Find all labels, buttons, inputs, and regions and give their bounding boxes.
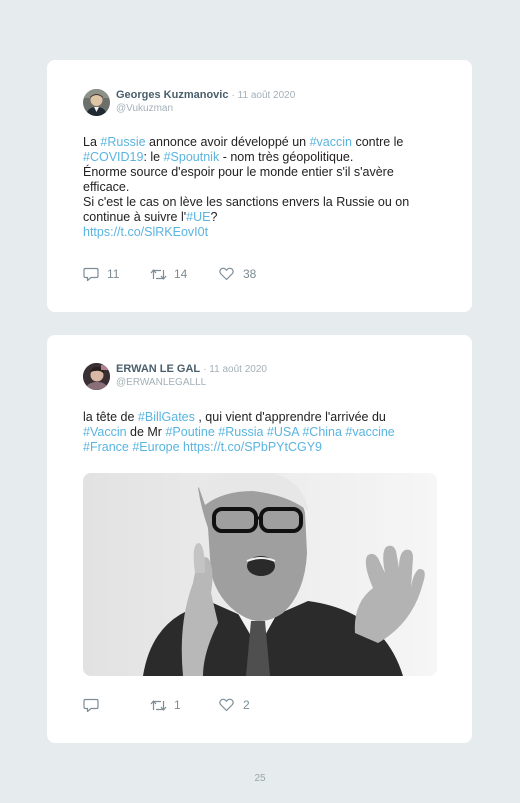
hashtag-link[interactable]: #UE (186, 210, 210, 224)
tweet-header: ERWAN LE GAL · 11 août 2020 @ERWANLEGALL… (83, 362, 452, 394)
hashtag-link[interactable]: #vaccin (310, 135, 352, 149)
tweet-text-line: Énorme source d'espoir pour le monde ent… (83, 165, 442, 180)
tweet-text: la tête de #BillGates , qui vient d'appr… (83, 410, 442, 455)
heart-icon (219, 698, 234, 712)
tweet-text-segment: La (83, 135, 101, 149)
avatar[interactable] (83, 363, 110, 390)
tweet-text-segment: continue à suivre l' (83, 210, 187, 224)
tweet-text-segment: efficace. (83, 180, 130, 194)
avatar[interactable] (83, 89, 110, 116)
tweet-text-segment: Si c'est le cas on lève les sanctions en… (83, 195, 410, 209)
author-handle[interactable]: @Vukuzman (116, 102, 173, 115)
tweet-text-line: https://t.co/SlRKEovI0t (83, 225, 442, 240)
tweet-card-1: Georges Kuzmanovic · 11 août 2020 @Vukuz… (47, 60, 472, 312)
tweet-text: La #Russie annonce avoir développé un #v… (83, 135, 442, 240)
tweet-text-line: La #Russie annonce avoir développé un #v… (83, 135, 442, 150)
tweet-text-segment: annonce avoir développé un (145, 135, 310, 149)
retweet-count: 1 (174, 698, 181, 712)
tweet-text-segment: - nom très géopolitique. (219, 150, 354, 164)
page-number: 25 (254, 773, 266, 784)
tweet-text-segment: contre le (351, 135, 404, 149)
hashtag-link[interactable]: #France #Europe https://t.co/SPbPYtCGY9 (83, 440, 322, 454)
reply-count: 11 (107, 267, 120, 281)
hashtag-link[interactable]: #COVID19 (83, 150, 143, 164)
tweet-text-segment: Énorme source d'espoir pour le monde ent… (83, 165, 394, 179)
like-count: 38 (243, 267, 257, 281)
tweet-text-line: continue à suivre l'#UE? (83, 210, 442, 225)
hashtag-link[interactable]: #Poutine #Russia #USA #China #vaccine (165, 425, 394, 439)
tweet-text-line: Si c'est le cas on lève les sanctions en… (83, 195, 442, 210)
tweet-text-segment: ? (210, 210, 218, 224)
retweet-icon (150, 269, 167, 280)
tweet-date[interactable]: · 11 août 2020 (203, 364, 267, 375)
retweet-count: 14 (174, 267, 188, 281)
tweet-header: Georges Kuzmanovic · 11 août 2020 @Vukuz… (83, 88, 452, 120)
reply-icon (83, 267, 99, 282)
author-name[interactable]: ERWAN LE GAL (116, 363, 200, 375)
retweet-icon (150, 700, 167, 711)
tweet-text-line: la tête de #BillGates , qui vient d'appr… (83, 410, 442, 425)
heart-icon (219, 267, 234, 281)
tweet-card-2: ERWAN LE GAL · 11 août 2020 @ERWANLEGALL… (47, 335, 472, 743)
hashtag-link[interactable]: #Vaccin (83, 425, 127, 439)
author-handle[interactable]: @ERWANLEGALLL (116, 376, 206, 389)
hashtag-link[interactable]: #Russie (100, 135, 145, 149)
tweet-text-segment: la tête de (83, 410, 138, 424)
tweet-date[interactable]: · 11 août 2020 (232, 90, 296, 101)
tweet-text-segment: de Mr (126, 425, 166, 439)
tweet-text-line: #COVID19: le #Spoutnik - nom très géopol… (83, 150, 442, 165)
tweet-photo[interactable] (83, 473, 437, 676)
hashtag-link[interactable]: #Spoutnik (164, 150, 220, 164)
reply-icon (83, 698, 99, 713)
tweet-text-segment: : le (143, 150, 164, 164)
like-count: 2 (243, 698, 250, 712)
tweet-text-line: efficace. (83, 180, 442, 195)
hashtag-link[interactable]: https://t.co/SlRKEovI0t (83, 225, 208, 239)
hashtag-link[interactable]: #BillGates (138, 410, 195, 424)
tweet-text-segment: , qui vient d'apprendre l'arrivée du (194, 410, 386, 424)
author-name[interactable]: Georges Kuzmanovic (116, 89, 228, 101)
tweet-text-line: #France #Europe https://t.co/SPbPYtCGY9 (83, 440, 442, 455)
tweet-text-line: #Vaccin de Mr #Poutine #Russia #USA #Chi… (83, 425, 442, 440)
